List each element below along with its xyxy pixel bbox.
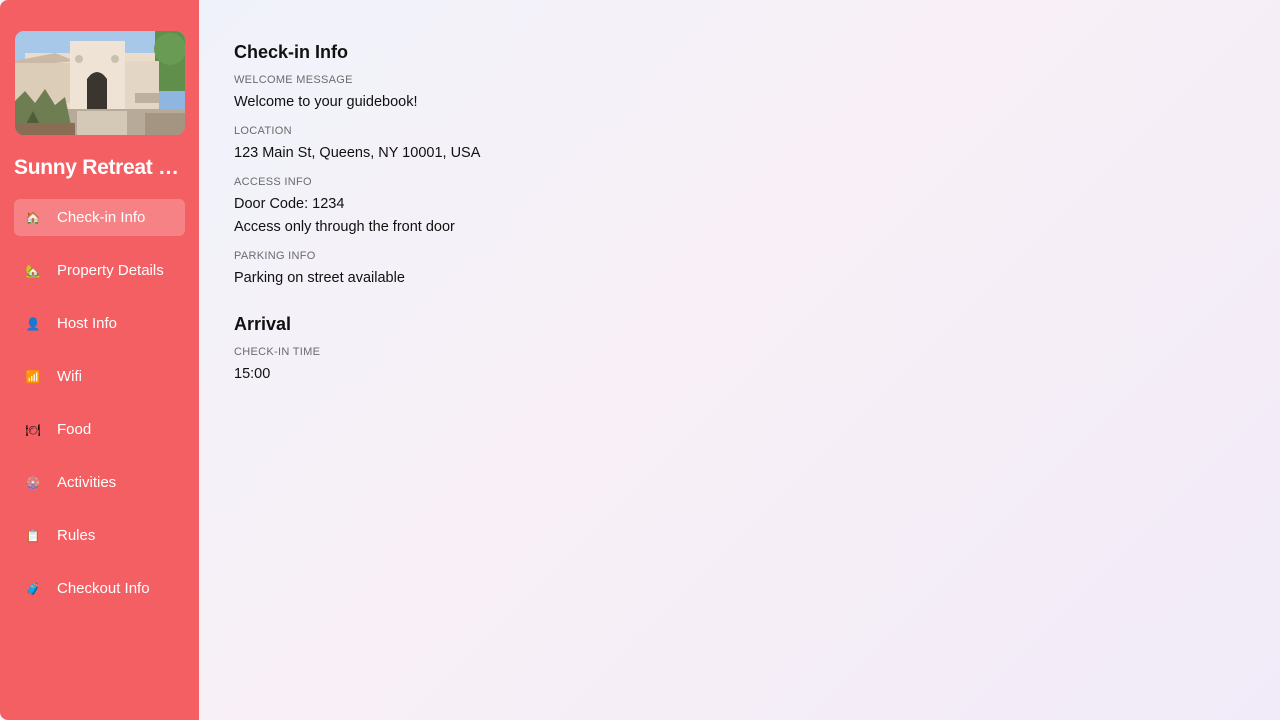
ferris-wheel-icon: 🎡	[25, 475, 41, 490]
sidebar-item-label: Check-in Info	[57, 209, 146, 226]
sidebar-item-label: Wifi	[57, 368, 82, 385]
sidebar-item-label: Rules	[57, 527, 96, 544]
access-info-label: ACCESS INFO	[234, 176, 312, 188]
clipboard-icon: 📋	[25, 528, 41, 543]
person-icon: 👤	[25, 316, 41, 331]
main-content: Check-in Info WELCOME MESSAGE Welcome to…	[199, 0, 1280, 720]
welcome-message-label: WELCOME MESSAGE	[234, 74, 353, 86]
door-code: Door Code: 1234	[234, 196, 345, 212]
sidebar-item-property-details[interactable]: 🏡 Property Details	[14, 252, 185, 289]
check-in-time-value: 15:00	[234, 366, 271, 382]
access-info-value: Door Code: 1234 Access only through the …	[234, 193, 1245, 239]
section-title: Check-in Info	[234, 42, 349, 62]
location-value: 123 Main St, Queens, NY 10001, USA	[234, 145, 481, 161]
parking-info-label: PARKING INFO	[234, 250, 316, 262]
luggage-icon: 🧳	[25, 581, 41, 596]
arrival-section: Arrival CHECK-IN TIME 15:00	[234, 313, 1245, 386]
sidebar-item-host-info[interactable]: 👤 Host Info	[14, 305, 185, 342]
sidebar: Sunny Retreat … 🏠 Check-in Info 🏡 Proper…	[0, 0, 199, 720]
welcome-message-value: Welcome to your guidebook!	[234, 94, 418, 110]
property-name: Sunny Retreat …	[14, 156, 179, 179]
sidebar-item-checkout-info[interactable]: 🧳 Checkout Info	[14, 570, 185, 607]
sidebar-item-check-in-info[interactable]: 🏠 Check-in Info	[14, 199, 185, 236]
sidebar-item-rules[interactable]: 📋 Rules	[14, 517, 185, 554]
location-label: LOCATION	[234, 125, 292, 137]
access-note: Access only through the front door	[234, 219, 455, 235]
sidebar-item-label: Property Details	[57, 262, 164, 279]
plate-icon: 🍽	[25, 422, 41, 437]
sidebar-item-food[interactable]: 🍽 Food	[14, 411, 185, 448]
sidebar-item-label: Food	[57, 421, 92, 438]
section-title: Arrival	[234, 314, 292, 334]
sidebar-item-activities[interactable]: 🎡 Activities	[14, 464, 185, 501]
house-icon: 🏠	[25, 210, 41, 225]
parking-info-value: Parking on street available	[234, 270, 405, 286]
sidebar-item-label: Host Info	[57, 315, 118, 332]
house-garden-icon: 🏡	[25, 263, 41, 278]
property-photo	[15, 31, 185, 135]
sidebar-item-wifi[interactable]: 📶 Wifi	[14, 358, 185, 395]
sidebar-item-label: Activities	[57, 474, 117, 491]
sidebar-item-label: Checkout Info	[57, 580, 150, 597]
check-in-time-label: CHECK-IN TIME	[234, 346, 321, 358]
check-in-section: Check-in Info WELCOME MESSAGE Welcome to…	[234, 41, 1245, 290]
sidebar-nav: 🏠 Check-in Info 🏡 Property Details 👤 Hos…	[14, 199, 185, 607]
signal-bars-icon: 📶	[25, 369, 41, 384]
